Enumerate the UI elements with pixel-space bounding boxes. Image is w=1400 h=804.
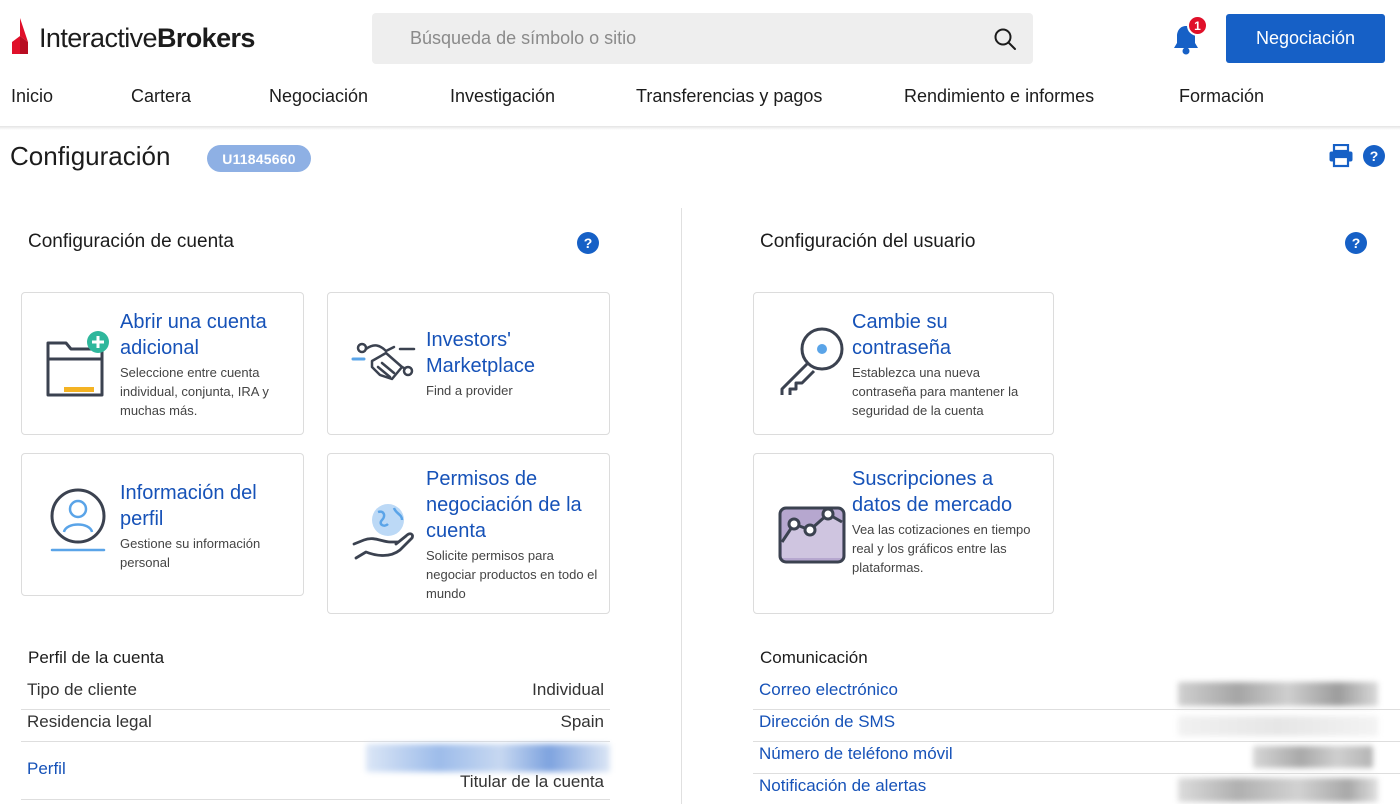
- card-change-password[interactable]: Cambie su contraseña Establezca una nuev…: [753, 292, 1054, 435]
- account-id-badge: U11845660: [207, 145, 311, 172]
- trade-button[interactable]: Negociación: [1226, 14, 1385, 63]
- header-divider: [0, 126, 1400, 130]
- card-open-additional-account[interactable]: Abrir una cuenta adicional Seleccione en…: [21, 292, 304, 435]
- card-title: Información del perfil: [120, 482, 257, 530]
- card-investors-marketplace[interactable]: Investors' Marketplace Find a provider: [327, 292, 610, 435]
- user-settings-help-icon[interactable]: ?: [1345, 232, 1367, 254]
- row-value: Titular de la cuenta: [460, 772, 604, 791]
- logo[interactable]: InteractiveBrokers: [10, 16, 255, 56]
- page-title: Configuración: [10, 141, 171, 171]
- print-icon[interactable]: [1328, 144, 1354, 168]
- redacted-phone: [1253, 746, 1373, 768]
- redacted-alerts: [1178, 778, 1378, 802]
- email-link[interactable]: Correo electrónico: [759, 680, 898, 700]
- logo-text: InteractiveBrokers: [39, 22, 255, 53]
- card-description: Establezca una nueva contraseña para man…: [852, 365, 1019, 418]
- row-label: Tipo de cliente: [27, 680, 137, 699]
- column-divider: [681, 208, 682, 804]
- nav-item-inicio[interactable]: Inicio: [11, 86, 53, 107]
- folder-add-icon: [46, 331, 109, 397]
- alert-notification-link[interactable]: Notificación de alertas: [759, 776, 926, 796]
- search-input[interactable]: [410, 13, 970, 64]
- card-title: Investors' Marketplace: [426, 329, 535, 377]
- nav-item-negociacion[interactable]: Negociación: [269, 86, 368, 107]
- card-description: Vea las cotizaciones en tiempo real y lo…: [852, 522, 1031, 575]
- nav-item-formacion[interactable]: Formación: [1179, 86, 1264, 107]
- nav-item-transferencias[interactable]: Transferencias y pagos: [636, 86, 822, 107]
- notification-count-badge: 1: [1187, 15, 1208, 36]
- nav-item-rendimiento[interactable]: Rendimiento e informes: [904, 86, 1094, 107]
- market-chart-icon: [778, 506, 846, 564]
- key-icon: [780, 327, 844, 395]
- nav-item-cartera[interactable]: Cartera: [131, 86, 191, 107]
- sms-address-link[interactable]: Dirección de SMS: [759, 712, 895, 732]
- nav-item-investigacion[interactable]: Investigación: [450, 86, 555, 107]
- profile-icon: [50, 488, 106, 552]
- redacted-name: [366, 744, 610, 772]
- logo-mark-icon: [12, 18, 28, 54]
- table-row: Dirección de SMS: [753, 710, 1400, 742]
- card-title: Suscripciones a datos de mercado: [852, 468, 1013, 516]
- search-bar: [372, 13, 1033, 64]
- account-settings-title: Configuración de cuenta: [28, 231, 234, 252]
- mobile-phone-link[interactable]: Número de teléfono móvil: [759, 744, 953, 764]
- card-title: Abrir una cuenta adicional: [120, 311, 267, 359]
- table-row: Perfil Titular de la cuenta: [21, 742, 610, 800]
- communication-title: Comunicación: [760, 648, 868, 667]
- card-description: Find a provider: [426, 383, 513, 398]
- globe-hand-icon: [352, 504, 414, 560]
- page-help-icon[interactable]: ?: [1363, 145, 1385, 167]
- main-nav: Inicio Cartera Negociación Investigación…: [0, 78, 1400, 114]
- card-market-data-subscriptions[interactable]: Suscripciones a datos de mercado Vea las…: [753, 453, 1054, 614]
- card-description: Seleccione entre cuenta individual, conj…: [120, 365, 269, 418]
- card-title: Permisos de negociación de la cuenta: [426, 468, 582, 542]
- table-row: Correo electrónico: [753, 678, 1400, 710]
- profile-link[interactable]: Perfil: [27, 759, 66, 779]
- table-row: Número de teléfono móvil: [753, 742, 1400, 774]
- table-row: Residencia legal Spain: [21, 710, 610, 742]
- row-value: Individual: [532, 680, 604, 699]
- redacted-sms: [1178, 716, 1378, 736]
- account-settings-help-icon[interactable]: ?: [577, 232, 599, 254]
- user-settings-title: Configuración del usuario: [760, 231, 976, 252]
- account-profile-title: Perfil de la cuenta: [28, 648, 165, 667]
- card-profile-information[interactable]: Información del perfil Gestione su infor…: [21, 453, 304, 596]
- handshake-icon: [351, 342, 416, 381]
- card-trading-permissions[interactable]: Permisos de negociación de la cuenta Sol…: [327, 453, 610, 614]
- card-description: Solicite permisos para negociar producto…: [426, 548, 598, 601]
- search-icon[interactable]: [993, 27, 1017, 51]
- row-value: Spain: [560, 712, 604, 731]
- table-row: Tipo de cliente Individual: [21, 678, 610, 710]
- card-title: Cambie su contraseña: [852, 311, 951, 359]
- redacted-email: [1178, 682, 1378, 706]
- row-label: Residencia legal: [27, 712, 152, 731]
- card-description: Gestione su información personal: [120, 536, 261, 570]
- table-row: Notificación de alertas: [753, 774, 1400, 804]
